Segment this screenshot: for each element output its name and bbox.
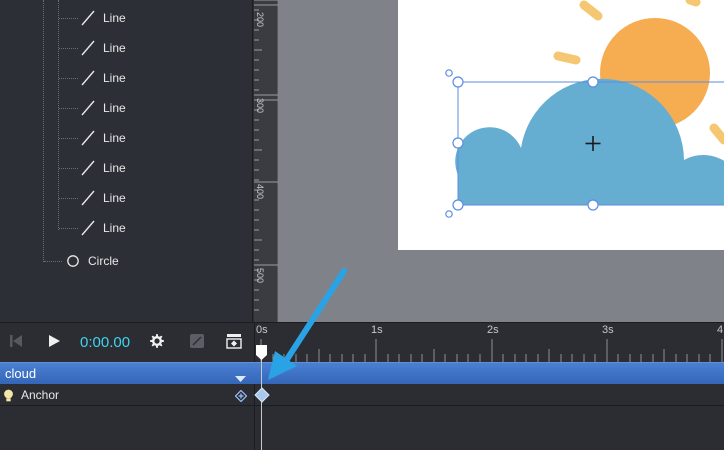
tree-connector [59, 78, 78, 79]
layer-item-label: Line [103, 131, 126, 145]
layer-item-label: Line [103, 191, 126, 205]
layer-item-label: Line [103, 71, 126, 85]
ruler-label: 400 [255, 184, 265, 200]
layer-item-line[interactable]: Line [59, 98, 126, 118]
tree-connector [59, 168, 78, 169]
playhead-handle[interactable] [256, 345, 267, 360]
layer-item-line[interactable]: Line [59, 68, 126, 88]
lightbulb-icon[interactable] [3, 389, 14, 407]
keyframe-marker[interactable] [254, 387, 270, 403]
layer-item-line[interactable]: Line [59, 38, 126, 58]
track-property-label: Anchor [21, 388, 60, 402]
play-icon [47, 334, 61, 353]
layer-item-label: Line [103, 11, 126, 25]
skip-start-button[interactable] [7, 334, 25, 352]
layer-item-circle[interactable]: Circle [44, 251, 119, 271]
circle-icon [65, 253, 81, 269]
track-anchor[interactable]: Anchor [0, 384, 724, 406]
timeline-panel: 0:00.00 0s 1s 2s 3s 4 cloud Anchor [0, 322, 724, 450]
layer-item-label: Line [103, 161, 126, 175]
tree-connector [59, 138, 78, 139]
keyframe-panel-icon [226, 333, 242, 354]
artboard[interactable] [398, 0, 724, 250]
line-icon [80, 160, 96, 176]
ruler-label: 300 [255, 98, 265, 114]
layer-item-line[interactable]: Line [59, 158, 126, 178]
layers-panel: Line Line Line Line Line Line Line Line [0, 0, 253, 322]
add-keyframe-icon[interactable] [234, 389, 248, 407]
layer-item-line[interactable]: Line [59, 8, 126, 28]
tree-connector [59, 48, 78, 49]
easing-icon [189, 333, 205, 354]
artwork [445, 0, 724, 218]
line-icon [80, 10, 96, 26]
time-ruler[interactable]: 0s 1s 2s 3s 4 [254, 323, 724, 362]
layer-item-line[interactable]: Line [59, 218, 126, 238]
ruler-label: 500 [255, 268, 265, 284]
tree-guide [58, 0, 59, 230]
layer-item-line[interactable]: Line [59, 188, 126, 208]
skip-start-icon [9, 334, 23, 353]
layer-item-label: Circle [88, 254, 119, 268]
line-icon [80, 190, 96, 206]
track-group-label: cloud [5, 366, 37, 381]
time-tick-label: 2s [487, 324, 499, 336]
timeline-toolbar: 0:00.00 [0, 323, 254, 362]
layer-item-label: Line [103, 221, 126, 235]
easing-button[interactable] [188, 333, 206, 354]
track-cloud[interactable]: cloud [0, 362, 724, 384]
gear-icon [149, 333, 165, 354]
ruler-label: 200 [255, 12, 265, 28]
time-tick-label: 4 [717, 324, 724, 336]
tree-connector [59, 228, 78, 229]
tree-connector [44, 261, 62, 262]
layer-item-label: Line [103, 101, 126, 115]
canvas-area[interactable]: 200 300 400 500 [254, 0, 724, 322]
time-tick-label: 3s [602, 324, 614, 336]
line-icon [80, 40, 96, 56]
tree-connector [59, 18, 78, 19]
time-tick-label: 0s [256, 324, 268, 336]
line-icon [80, 70, 96, 86]
tree-guide [43, 0, 44, 262]
line-icon [80, 130, 96, 146]
line-icon [80, 100, 96, 116]
keyframe-panel-button[interactable] [225, 333, 243, 354]
layer-item-line[interactable]: Line [59, 128, 126, 148]
time-tick-label: 1s [371, 324, 383, 336]
settings-button[interactable] [148, 333, 166, 354]
layer-item-label: Line [103, 41, 126, 55]
time-readout[interactable]: 0:00.00 [80, 334, 130, 351]
tree-connector [59, 198, 78, 199]
play-button[interactable] [45, 334, 63, 352]
tree-connector [59, 108, 78, 109]
line-icon [80, 220, 96, 236]
vertical-ruler: 200 300 400 500 [254, 0, 278, 322]
